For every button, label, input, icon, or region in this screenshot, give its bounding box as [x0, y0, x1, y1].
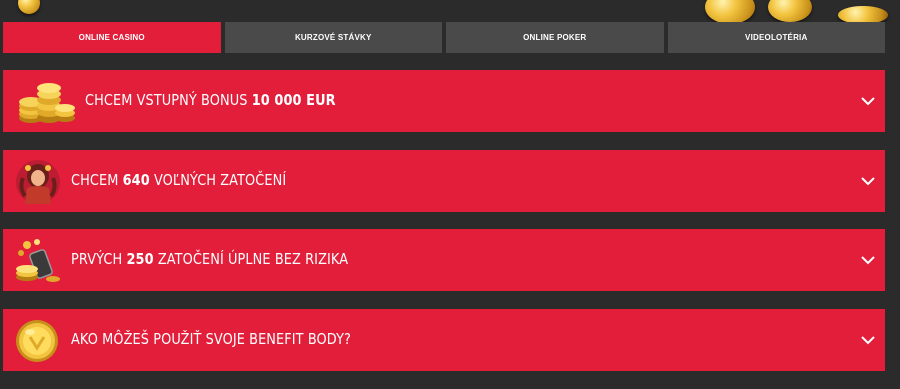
accordion-label: AKO MÔŽEŠ POUŽIŤ SVOJE BENEFIT BODY? [71, 330, 351, 348]
gold-coin-icon [13, 317, 61, 365]
accordion-label: CHCEM VSTUPNÝ BONUS 10 000 EUR [85, 91, 336, 109]
character-avatar-icon [13, 158, 63, 206]
chevron-down-icon[interactable] [861, 255, 875, 265]
decorative-coin-icon [768, 0, 812, 22]
chevron-down-icon[interactable] [861, 335, 875, 345]
chevron-down-icon[interactable] [861, 176, 875, 186]
phone-coins-icon [13, 237, 63, 285]
tab-online-casino[interactable]: ONLINE CASINO [3, 22, 221, 53]
accordion-label: CHCEM 640 VOĽNÝCH ZATOČENÍ [71, 171, 287, 189]
tab-online-poker[interactable]: ONLINE POKER [446, 22, 664, 53]
accordion-free-spins[interactable]: CHCEM 640 VOĽNÝCH ZATOČENÍ [3, 150, 885, 212]
accordion-entry-bonus[interactable]: CHCEM VSTUPNÝ BONUS 10 000 EUR [3, 70, 885, 132]
tab-kurzove-stavky[interactable]: KURZOVÉ STÁVKY [224, 22, 442, 53]
chevron-down-icon[interactable] [861, 96, 875, 106]
coin-stack-icon [13, 78, 77, 126]
decorative-coin-icon [705, 0, 755, 24]
decorative-coin-icon [18, 0, 40, 14]
accordion-benefit-points[interactable]: AKO MÔŽEŠ POUŽIŤ SVOJE BENEFIT BODY? [3, 309, 885, 371]
accordion-label: PRVÝCH 250 ZATOČENÍ ÚPLNE BEZ RIZIKA [71, 250, 349, 268]
tab-videoloteria[interactable]: VIDEOLOTÉRIA [667, 22, 885, 53]
tab-bar: ONLINE CASINO KURZOVÉ STÁVKY ONLINE POKE… [3, 22, 885, 53]
accordion-risk-free-spins[interactable]: PRVÝCH 250 ZATOČENÍ ÚPLNE BEZ RIZIKA [3, 229, 885, 291]
